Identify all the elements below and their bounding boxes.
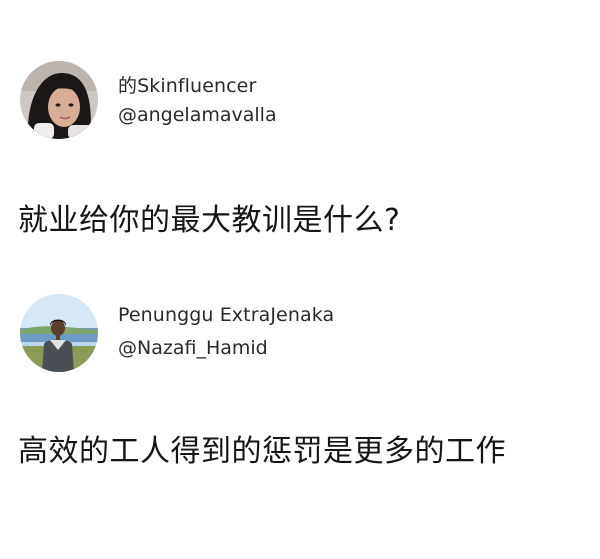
avatar[interactable] bbox=[20, 294, 98, 372]
display-name[interactable]: Penunggu ExtraJenaka bbox=[118, 304, 334, 326]
username-handle[interactable]: @Nazafi_Hamid bbox=[118, 337, 268, 359]
username-handle[interactable]: @angelamavalla bbox=[118, 104, 277, 126]
post-text: 高效的工人得到的惩罚是更多的工作 bbox=[18, 434, 506, 469]
post-text: 就业给你的最大教训是什么? bbox=[18, 203, 401, 238]
display-name[interactable]: 的Skinfluencer bbox=[118, 71, 256, 98]
profile-photo-man-outdoors-icon bbox=[20, 294, 98, 372]
avatar[interactable] bbox=[20, 61, 98, 139]
profile-photo-woman-icon bbox=[20, 61, 98, 139]
